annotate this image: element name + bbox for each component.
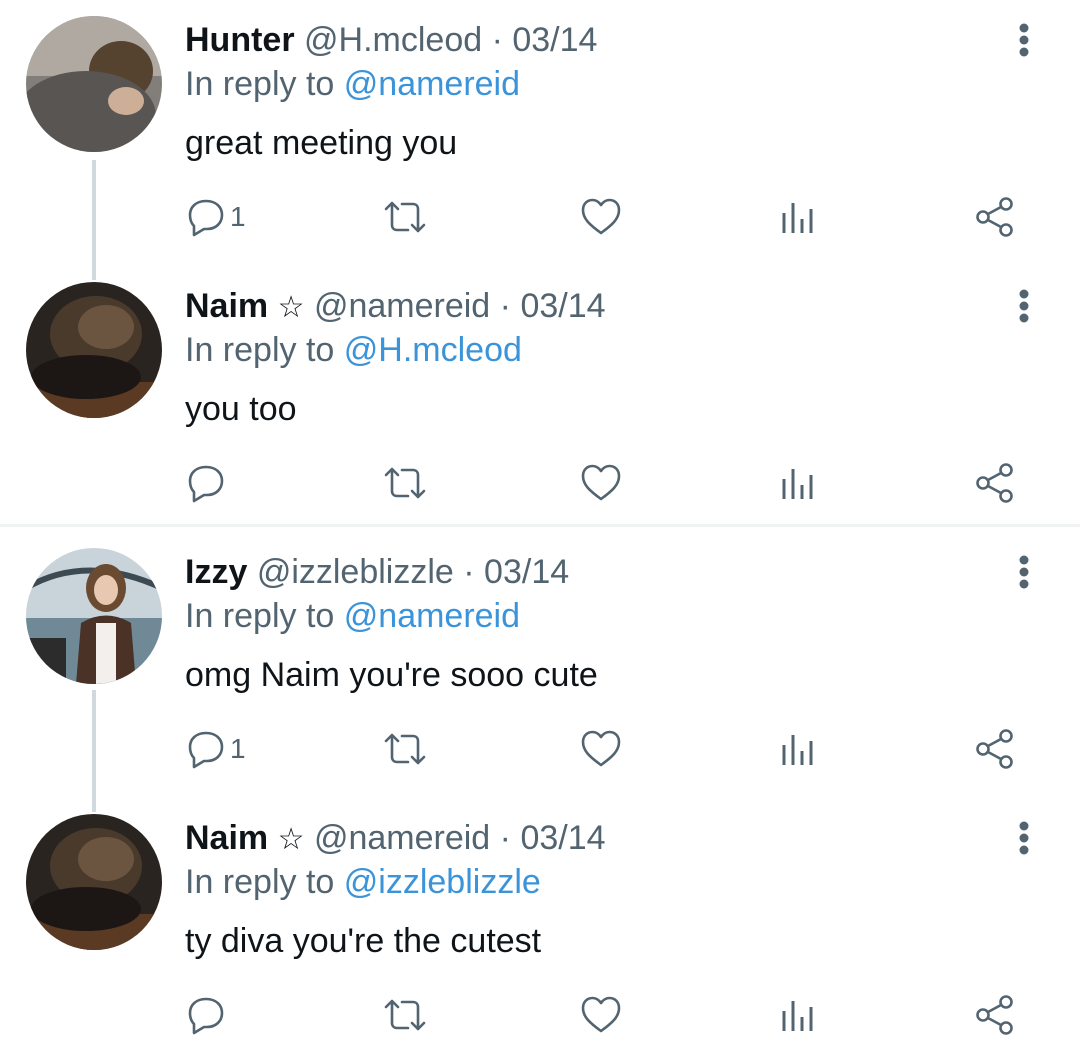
tweet-header: Naim ☆ @namereid · 03/14 (185, 286, 606, 328)
retweet-button[interactable] (382, 975, 428, 1053)
avatar[interactable] (26, 282, 162, 418)
share-button[interactable] (974, 443, 1016, 523)
tweet-text: you too (185, 390, 297, 428)
display-name[interactable]: Izzy (185, 553, 247, 591)
avatar[interactable] (26, 814, 162, 950)
reply-mention-link[interactable]: @namereid (344, 65, 520, 103)
heart-icon (581, 464, 621, 501)
retweet-button[interactable] (382, 443, 428, 523)
star-icon: ☆ (277, 291, 305, 324)
views-icon (782, 203, 813, 233)
heart-icon (581, 730, 621, 767)
reply-icon (188, 465, 224, 503)
display-name[interactable]: Naim (185, 287, 268, 325)
tweet-actions: 1 (0, 709, 1080, 789)
like-button[interactable] (580, 177, 622, 257)
tweet[interactable]: Naim ☆ @namereid · 03/14 In reply to @iz… (0, 798, 1080, 1053)
reply-context: In reply to @izzleblizzle (185, 862, 541, 902)
tweet-actions: 1 (0, 177, 1080, 257)
like-button[interactable] (580, 443, 622, 523)
retweet-button[interactable] (382, 709, 428, 789)
reply-button[interactable]: 1 (186, 177, 246, 257)
reply-prefix: In reply to (185, 331, 335, 369)
retweet-icon (384, 201, 426, 233)
share-icon (976, 995, 1013, 1035)
tweet-actions (0, 975, 1080, 1053)
share-button[interactable] (974, 975, 1016, 1053)
timestamp: · 03/14 (463, 553, 570, 591)
handle[interactable]: @namereid (314, 819, 490, 857)
avatar[interactable] (26, 16, 162, 152)
handle[interactable]: @H.mcleod (304, 21, 482, 59)
share-button[interactable] (974, 709, 1016, 789)
reply-count: 1 (230, 201, 246, 232)
tweet[interactable]: Naim ☆ @namereid · 03/14 In reply to @H.… (0, 266, 1080, 524)
share-icon (976, 729, 1013, 769)
reply-button[interactable] (186, 975, 230, 1053)
timestamp: · 03/14 (491, 21, 598, 59)
views-button[interactable] (780, 177, 816, 257)
reply-prefix: In reply to (185, 597, 335, 635)
views-button[interactable] (780, 709, 816, 789)
views-button[interactable] (780, 975, 816, 1053)
retweet-button[interactable] (382, 177, 428, 257)
views-icon (782, 1001, 813, 1031)
retweet-icon (384, 999, 426, 1031)
reply-context: In reply to @H.mcleod (185, 330, 522, 370)
heart-icon (581, 996, 621, 1033)
avatar[interactable] (26, 548, 162, 684)
share-button[interactable] (974, 177, 1016, 257)
retweet-icon (384, 733, 426, 765)
more-options-button[interactable] (1004, 818, 1044, 858)
reply-mention-link[interactable]: @H.mcleod (344, 331, 522, 369)
tweet[interactable]: Hunter @H.mcleod · 03/14 In reply to @na… (0, 0, 1080, 265)
tweet-text: ty diva you're the cutest (185, 922, 542, 960)
handle[interactable]: @izzleblizzle (257, 553, 454, 591)
reply-icon (188, 997, 224, 1035)
more-vertical-icon (1019, 555, 1029, 589)
views-button[interactable] (780, 443, 816, 523)
more-options-button[interactable] (1004, 552, 1044, 592)
tweet[interactable]: Izzy @izzleblizzle · 03/14 In reply to @… (0, 532, 1080, 797)
reply-button[interactable] (186, 443, 230, 523)
more-options-button[interactable] (1004, 20, 1044, 60)
timestamp: · 03/14 (499, 819, 606, 857)
reply-prefix: In reply to (185, 863, 335, 901)
reply-mention-link[interactable]: @izzleblizzle (344, 863, 541, 901)
reply-context: In reply to @namereid (185, 64, 520, 104)
timestamp: · 03/14 (499, 287, 606, 325)
views-icon (782, 469, 813, 499)
tweet-actions (0, 443, 1080, 523)
share-icon (976, 463, 1013, 503)
views-icon (782, 735, 813, 765)
more-vertical-icon (1019, 821, 1029, 855)
reply-context: In reply to @namereid (185, 596, 520, 636)
display-name[interactable]: Hunter (185, 21, 295, 59)
like-button[interactable] (580, 975, 622, 1053)
tweet-text: great meeting you (185, 124, 458, 162)
reply-button[interactable]: 1 (186, 709, 246, 789)
more-vertical-icon (1019, 23, 1029, 57)
tweet-header: Izzy @izzleblizzle · 03/14 (185, 552, 569, 592)
tweet-header: Hunter @H.mcleod · 03/14 (185, 20, 597, 60)
reply-icon (188, 199, 224, 237)
more-vertical-icon (1019, 289, 1029, 323)
reply-mention-link[interactable]: @namereid (344, 597, 520, 635)
reply-icon (188, 731, 224, 769)
handle[interactable]: @namereid (314, 287, 490, 325)
reply-thread: Hunter @H.mcleod · 03/14 In reply to @na… (0, 0, 1080, 1053)
share-icon (976, 197, 1013, 237)
tweet-header: Naim ☆ @namereid · 03/14 (185, 818, 606, 860)
thread-divider (0, 524, 1080, 527)
retweet-icon (384, 467, 426, 499)
display-name[interactable]: Naim (185, 819, 268, 857)
heart-icon (581, 198, 621, 235)
tweet-text: omg Naim you're sooo cute (185, 656, 598, 694)
like-button[interactable] (580, 709, 622, 789)
reply-prefix: In reply to (185, 65, 335, 103)
more-options-button[interactable] (1004, 286, 1044, 326)
reply-count: 1 (230, 733, 246, 764)
star-icon: ☆ (277, 823, 305, 856)
